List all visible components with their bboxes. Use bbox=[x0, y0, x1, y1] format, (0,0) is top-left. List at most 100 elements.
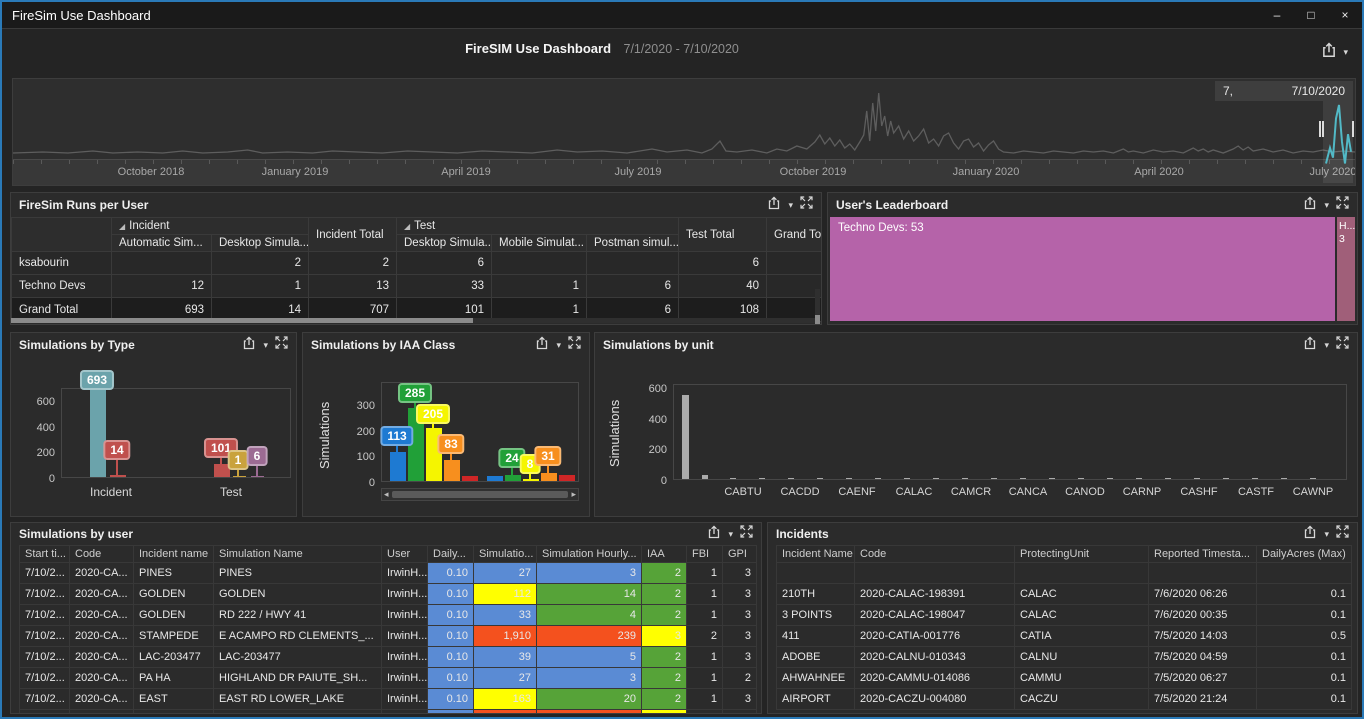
bar-iaa1-blue[interactable] bbox=[390, 452, 406, 481]
table-row[interactable]: AHWAHNEE2020-CAMMU-014086CAMMU7/5/2020 0… bbox=[777, 668, 1352, 689]
selection-right-handle[interactable] bbox=[1352, 121, 1356, 137]
treemap-block-techno-devs[interactable]: Techno Devs: 53 bbox=[830, 217, 1335, 321]
unit-bar[interactable] bbox=[682, 395, 689, 479]
column-header[interactable]: IAA bbox=[642, 546, 687, 563]
export-icon[interactable] bbox=[1303, 196, 1317, 215]
column-header[interactable]: Reported Timesta... bbox=[1149, 546, 1257, 563]
bar-incident-14[interactable] bbox=[110, 475, 126, 477]
column-header[interactable]: ProtectingUnit bbox=[1015, 546, 1149, 563]
bar-test-1[interactable] bbox=[233, 476, 246, 478]
pivot-test-total-header[interactable]: Test Total bbox=[679, 218, 767, 252]
close-button[interactable]: × bbox=[1328, 8, 1362, 22]
unit-bar[interactable] bbox=[1049, 478, 1055, 480]
unit-bar[interactable] bbox=[1310, 478, 1316, 480]
bar-iaa1-red[interactable] bbox=[462, 476, 478, 481]
vertical-scrollbar[interactable] bbox=[815, 289, 820, 325]
maximize-panel-icon[interactable] bbox=[1336, 525, 1349, 543]
table-row[interactable]: AIRPORT2020-CACZU-004080CACZU7/5/2020 21… bbox=[777, 689, 1352, 710]
unit-bar[interactable] bbox=[1165, 478, 1171, 480]
timeline-selection-window[interactable] bbox=[1323, 101, 1353, 183]
table-row-clipped[interactable] bbox=[20, 710, 757, 715]
scroll-left-icon[interactable]: ◂ bbox=[384, 489, 389, 500]
maximize-button[interactable]: □ bbox=[1294, 8, 1328, 22]
column-header[interactable]: Start ti... bbox=[20, 546, 70, 563]
column-header[interactable]: User bbox=[382, 546, 428, 563]
table-row[interactable] bbox=[777, 563, 1352, 584]
export-icon[interactable] bbox=[767, 196, 781, 215]
export-icon[interactable] bbox=[535, 336, 549, 355]
column-header[interactable]: Incident Name bbox=[777, 546, 855, 563]
unit-bar[interactable] bbox=[1020, 478, 1026, 480]
column-header[interactable]: Incident name bbox=[134, 546, 214, 563]
collapse-icon[interactable]: ◢ bbox=[119, 222, 125, 231]
unit-bar[interactable] bbox=[1078, 478, 1084, 480]
unit-bar[interactable] bbox=[788, 478, 794, 480]
table-row[interactable]: 3 POINTS2020-CALAC-198047CALAC7/6/2020 0… bbox=[777, 605, 1352, 626]
minimize-button[interactable]: – bbox=[1260, 8, 1294, 22]
table-row[interactable]: 7/10/2...2020-CA...PINESPINESIrwinH... 0… bbox=[20, 563, 757, 584]
column-header[interactable]: FBI bbox=[687, 546, 723, 563]
export-icon[interactable] bbox=[242, 336, 256, 355]
chevron-down-icon[interactable]: ▾ bbox=[728, 529, 733, 540]
unit-bar[interactable] bbox=[846, 478, 852, 480]
unit-bar[interactable] bbox=[730, 478, 736, 480]
bar-iaa2-yellow[interactable] bbox=[523, 479, 539, 481]
unit-bar[interactable] bbox=[1223, 478, 1229, 480]
chevron-down-icon[interactable]: ▾ bbox=[556, 340, 561, 351]
pivot-row[interactable]: Techno Devs 12 1 13 33 1 6 40 bbox=[12, 275, 822, 298]
pivot-incident-total-header[interactable]: Incident Total bbox=[309, 218, 397, 252]
unit-bar[interactable] bbox=[933, 478, 939, 480]
unit-bar[interactable] bbox=[904, 478, 910, 480]
pivot-subheader[interactable]: Automatic Sim... bbox=[112, 235, 212, 252]
export-icon[interactable] bbox=[1303, 336, 1317, 355]
chevron-down-icon[interactable]: ▾ bbox=[1324, 340, 1329, 351]
unit-bar[interactable] bbox=[1194, 478, 1200, 480]
maximize-panel-icon[interactable] bbox=[1336, 336, 1349, 354]
table-row[interactable]: 7/10/2...2020-CA...EASTEAST RD LOWER_LAK… bbox=[20, 689, 757, 710]
pivot-grand-total-header[interactable]: Grand To... bbox=[767, 218, 822, 252]
table-row[interactable]: 210TH2020-CALAC-198391CALAC7/6/2020 06:2… bbox=[777, 584, 1352, 605]
maximize-panel-icon[interactable] bbox=[800, 196, 813, 214]
unit-bar[interactable] bbox=[1107, 478, 1113, 480]
table-row[interactable]: ADOBE2020-CALNU-010343CALNU7/5/2020 04:5… bbox=[777, 647, 1352, 668]
scrollbar-thumb[interactable] bbox=[11, 318, 473, 323]
unit-bar[interactable] bbox=[1136, 478, 1142, 480]
column-header[interactable]: Simulation Name bbox=[214, 546, 382, 563]
timeline-chart[interactable]: October 2018 January 2019 April 2019 Jul… bbox=[12, 78, 1356, 186]
export-icon[interactable] bbox=[707, 525, 721, 544]
column-header[interactable]: Code bbox=[855, 546, 1015, 563]
column-header[interactable]: Simulatio... bbox=[474, 546, 537, 563]
bar-iaa2-orange[interactable] bbox=[541, 473, 557, 481]
pivot-subheader[interactable]: Postman simul... bbox=[587, 235, 679, 252]
pivot-group-incident[interactable]: ◢Incident bbox=[112, 218, 309, 235]
chevron-down-icon[interactable]: ▾ bbox=[263, 340, 268, 351]
unit-bar[interactable] bbox=[702, 475, 708, 479]
collapse-icon[interactable]: ◢ bbox=[404, 222, 410, 231]
maximize-panel-icon[interactable] bbox=[740, 525, 753, 543]
bar-iaa2-green[interactable] bbox=[505, 475, 521, 481]
column-header[interactable]: Simulation Hourly... bbox=[537, 546, 642, 563]
horizontal-scrollbar[interactable]: ◂ ▸ bbox=[381, 488, 579, 501]
column-header[interactable]: Daily... bbox=[428, 546, 474, 563]
column-header[interactable]: DailyAcres (Max) bbox=[1257, 546, 1352, 563]
unit-bar[interactable] bbox=[875, 478, 881, 480]
table-row[interactable]: 4112020-CATIA-001776CATIA7/5/2020 14:030… bbox=[777, 626, 1352, 647]
chevron-down-icon[interactable]: ▾ bbox=[1324, 200, 1329, 211]
horizontal-scrollbar[interactable] bbox=[11, 318, 819, 323]
pivot-subheader[interactable]: Desktop Simula... bbox=[212, 235, 309, 252]
table-row[interactable]: 7/10/2...2020-CA...STAMPEDEE ACAMPO RD C… bbox=[20, 626, 757, 647]
table-row[interactable]: 7/10/2...2020-CA...GOLDENRD 222 / HWY 41… bbox=[20, 605, 757, 626]
bar-iaa1-orange[interactable] bbox=[444, 460, 460, 481]
chevron-down-icon[interactable]: ▾ bbox=[788, 200, 793, 211]
unit-bar[interactable] bbox=[1281, 478, 1287, 480]
maximize-panel-icon[interactable] bbox=[568, 336, 581, 354]
scrollbar-thumb[interactable] bbox=[392, 491, 569, 498]
table-row[interactable]: 7/10/2...2020-CA...PA HAHIGHLAND DR PAIU… bbox=[20, 668, 757, 689]
selection-left-handle[interactable] bbox=[1319, 121, 1324, 137]
unit-bar[interactable] bbox=[1252, 478, 1258, 480]
pivot-group-test[interactable]: ◢Test bbox=[397, 218, 679, 235]
pivot-row[interactable]: ksabourin 2 2 6 6 bbox=[12, 252, 822, 275]
treemap-block-h[interactable]: H...3 bbox=[1337, 217, 1355, 321]
pivot-subheader[interactable]: Mobile Simulat... bbox=[492, 235, 587, 252]
bar-iaa2-blue[interactable] bbox=[487, 476, 503, 481]
